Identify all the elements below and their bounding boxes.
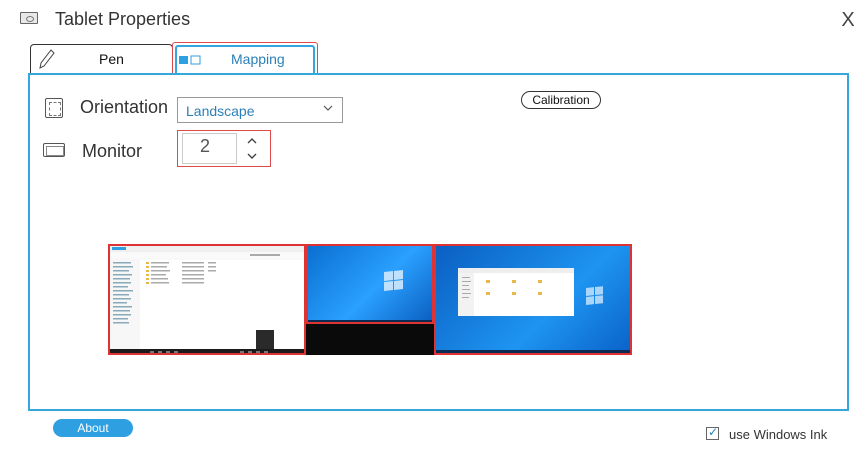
- tab-pen[interactable]: Pen: [30, 44, 173, 74]
- monitor-2-unused-area: [306, 324, 434, 355]
- monitor-label: Monitor: [82, 141, 143, 161]
- monitor-icon: [43, 143, 65, 157]
- calibration-button[interactable]: Calibration: [521, 91, 601, 109]
- monitor-1-preview[interactable]: [108, 244, 306, 355]
- tab-mapping[interactable]: Mapping: [172, 42, 318, 76]
- orientation-label: Orientation: [80, 97, 169, 117]
- tab-pen-label: Pen: [99, 51, 124, 67]
- mapping-panel: [28, 73, 849, 411]
- title-bar: Tablet Properties X: [0, 0, 858, 40]
- tablet-app-icon: [20, 12, 38, 24]
- mapping-icon: [179, 55, 201, 65]
- orientation-select[interactable]: Landscape: [177, 97, 343, 123]
- windows-logo-thumbnail: [308, 270, 432, 322]
- pen-icon: [39, 49, 55, 69]
- orientation-icon: [45, 98, 63, 118]
- close-button[interactable]: X: [838, 10, 858, 32]
- chevron-down-icon[interactable]: [245, 150, 259, 162]
- desktop-window-thumbnail: [436, 268, 630, 353]
- window-title: Tablet Properties: [55, 9, 191, 29]
- chevron-up-icon[interactable]: [245, 135, 259, 147]
- tab-mapping-label: Mapping: [231, 51, 285, 67]
- windows-ink-checkbox[interactable]: [706, 425, 719, 440]
- monitor-3-preview[interactable]: [434, 244, 632, 355]
- windows-ink-label: use Windows Ink: [729, 427, 828, 442]
- about-button[interactable]: About: [53, 419, 133, 437]
- file-explorer-thumbnail: [110, 246, 304, 353]
- orientation-value: Landscape: [186, 103, 255, 119]
- monitor-value[interactable]: 2: [200, 136, 210, 157]
- monitor-2-preview[interactable]: [306, 244, 434, 324]
- chevron-down-icon: [323, 105, 333, 111]
